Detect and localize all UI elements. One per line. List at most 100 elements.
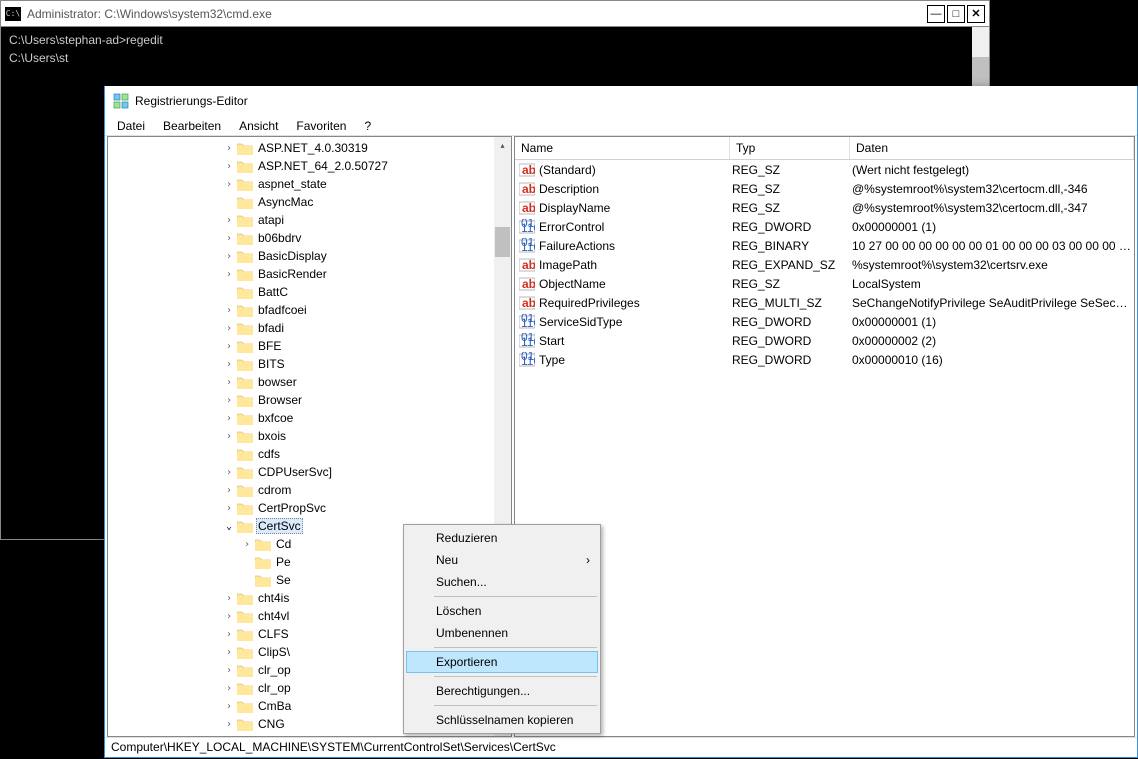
- tree-label[interactable]: AsyncMac: [256, 195, 315, 209]
- expand-icon[interactable]: ›: [222, 339, 236, 353]
- expand-icon[interactable]: ›: [222, 411, 236, 425]
- cmd-maximize-button[interactable]: □: [947, 5, 965, 23]
- tree-node[interactable]: › bfadi: [108, 319, 511, 337]
- expand-icon[interactable]: ›: [222, 249, 236, 263]
- tree-node[interactable]: › bfadfcoei: [108, 301, 511, 319]
- expand-icon[interactable]: ›: [222, 141, 236, 155]
- value-row[interactable]: StartREG_DWORD0x00000002 (2): [515, 331, 1134, 350]
- expand-icon[interactable]: ›: [222, 681, 236, 695]
- menu-item-favoriten[interactable]: Favoriten: [288, 117, 354, 135]
- tree-label[interactable]: bxois: [256, 429, 288, 443]
- tree-node[interactable]: › atapi: [108, 211, 511, 229]
- value-row[interactable]: TypeREG_DWORD0x00000010 (16): [515, 350, 1134, 369]
- context-menu-item[interactable]: Suchen...: [406, 571, 598, 593]
- tree-node[interactable]: › BITS: [108, 355, 511, 373]
- expand-icon[interactable]: ›: [222, 591, 236, 605]
- value-row[interactable]: DescriptionREG_SZ@%systemroot%\system32\…: [515, 179, 1134, 198]
- cmd-close-button[interactable]: ✕: [967, 5, 985, 23]
- tree-label[interactable]: BFE: [256, 339, 283, 353]
- tree-label[interactable]: BITS: [256, 357, 287, 371]
- value-row[interactable]: DisplayNameREG_SZ@%systemroot%\system32\…: [515, 198, 1134, 217]
- tree-node[interactable]: ›CDPUserSvc]: [108, 463, 511, 481]
- context-menu-item[interactable]: Exportieren: [406, 651, 598, 673]
- tree-label[interactable]: Pe: [274, 555, 293, 569]
- cmd-minimize-button[interactable]: —: [927, 5, 945, 23]
- tree-label[interactable]: clr_op: [256, 663, 293, 677]
- tree-label[interactable]: b06bdrv: [256, 231, 303, 245]
- tree-label[interactable]: BasicRender: [256, 267, 329, 281]
- tree-label[interactable]: bxfcoe: [256, 411, 295, 425]
- tree-node[interactable]: › b06bdrv: [108, 229, 511, 247]
- context-menu-item[interactable]: Reduzieren: [406, 527, 598, 549]
- value-row[interactable]: ErrorControlREG_DWORD0x00000001 (1): [515, 217, 1134, 236]
- tree-label[interactable]: BasicDisplay: [256, 249, 329, 263]
- context-menu-item[interactable]: Schlüsselnamen kopieren: [406, 709, 598, 731]
- context-menu-item[interactable]: Umbenennen: [406, 622, 598, 644]
- expand-icon[interactable]: ›: [222, 231, 236, 245]
- expand-icon[interactable]: ›: [222, 375, 236, 389]
- expand-icon[interactable]: ›: [222, 465, 236, 479]
- value-row[interactable]: ObjectNameREG_SZLocalSystem: [515, 274, 1134, 293]
- expand-icon[interactable]: ›: [222, 699, 236, 713]
- value-row[interactable]: (Standard)REG_SZ(Wert nicht festgelegt): [515, 160, 1134, 179]
- tree-scroll-up[interactable]: ▴: [494, 137, 511, 154]
- expand-icon[interactable]: ›: [222, 501, 236, 515]
- tree-node[interactable]: › ASP.NET_4.0.30319: [108, 139, 511, 157]
- value-row[interactable]: ImagePathREG_EXPAND_SZ%systemroot%\syste…: [515, 255, 1134, 274]
- tree-label[interactable]: ClipS\: [256, 645, 292, 659]
- tree-node[interactable]: › BasicRender: [108, 265, 511, 283]
- collapse-icon[interactable]: ⌄: [222, 519, 236, 533]
- expand-icon[interactable]: ›: [240, 537, 254, 551]
- expand-icon[interactable]: ›: [222, 483, 236, 497]
- tree-label[interactable]: bowser: [256, 375, 299, 389]
- tree-label[interactable]: clr_op: [256, 681, 293, 695]
- value-row[interactable]: FailureActionsREG_BINARY10 27 00 00 00 0…: [515, 236, 1134, 255]
- tree-label[interactable]: bfadfcoei: [256, 303, 309, 317]
- tree-node[interactable]: › BasicDisplay: [108, 247, 511, 265]
- value-row[interactable]: ServiceSidTypeREG_DWORD0x00000001 (1): [515, 312, 1134, 331]
- tree-label[interactable]: CmBa: [256, 699, 293, 713]
- expand-icon[interactable]: ›: [222, 357, 236, 371]
- context-menu-item[interactable]: Berechtigungen...: [406, 680, 598, 702]
- tree-label[interactable]: atapi: [256, 213, 286, 227]
- tree-label[interactable]: aspnet_state: [256, 177, 329, 191]
- header-name[interactable]: Name: [515, 137, 730, 159]
- expand-icon[interactable]: ›: [222, 429, 236, 443]
- tree-node[interactable]: › cdrom: [108, 481, 511, 499]
- expand-icon[interactable]: ›: [222, 177, 236, 191]
- tree-label[interactable]: Se: [274, 573, 293, 587]
- tree-label[interactable]: ASP.NET_4.0.30319: [256, 141, 370, 155]
- tree-label[interactable]: bfadi: [256, 321, 286, 335]
- expand-icon[interactable]: ›: [222, 609, 236, 623]
- expand-icon[interactable]: ›: [222, 303, 236, 317]
- expand-icon[interactable]: ›: [222, 663, 236, 677]
- expand-icon[interactable]: ›: [222, 267, 236, 281]
- tree-label[interactable]: CertSvc: [256, 518, 303, 534]
- tree-node[interactable]: › bxois: [108, 427, 511, 445]
- expand-icon[interactable]: ›: [222, 159, 236, 173]
- value-row[interactable]: RequiredPrivilegesREG_MULTI_SZSeChangeNo…: [515, 293, 1134, 312]
- tree-label[interactable]: cdfs: [256, 447, 282, 461]
- expand-icon[interactable]: ›: [222, 627, 236, 641]
- tree-node[interactable]: › BFE: [108, 337, 511, 355]
- tree-node[interactable]: › aspnet_state: [108, 175, 511, 193]
- context-menu-item[interactable]: Löschen: [406, 600, 598, 622]
- expand-icon[interactable]: ›: [222, 321, 236, 335]
- tree-node[interactable]: BattC: [108, 283, 511, 301]
- cmd-scrollbar-thumb[interactable]: [972, 57, 989, 87]
- expand-icon[interactable]: ›: [222, 213, 236, 227]
- header-type[interactable]: Typ: [730, 137, 850, 159]
- tree-label[interactable]: CNG: [256, 717, 287, 731]
- menu-item-bearbeiten[interactable]: Bearbeiten: [155, 117, 229, 135]
- menu-item-?[interactable]: ?: [356, 117, 379, 135]
- expand-icon[interactable]: ›: [222, 717, 236, 731]
- tree-node[interactable]: › bowser: [108, 373, 511, 391]
- tree-label[interactable]: cht4is: [256, 591, 291, 605]
- tree-label[interactable]: cdrom: [256, 483, 293, 497]
- expand-icon[interactable]: ›: [222, 645, 236, 659]
- tree-node[interactable]: ›Browser: [108, 391, 511, 409]
- regedit-value-pane[interactable]: Name Typ Daten (Standard)REG_SZ(Wert nic…: [514, 136, 1135, 737]
- header-data[interactable]: Daten: [850, 137, 1134, 159]
- expand-icon[interactable]: ›: [222, 393, 236, 407]
- tree-label[interactable]: BattC: [256, 285, 290, 299]
